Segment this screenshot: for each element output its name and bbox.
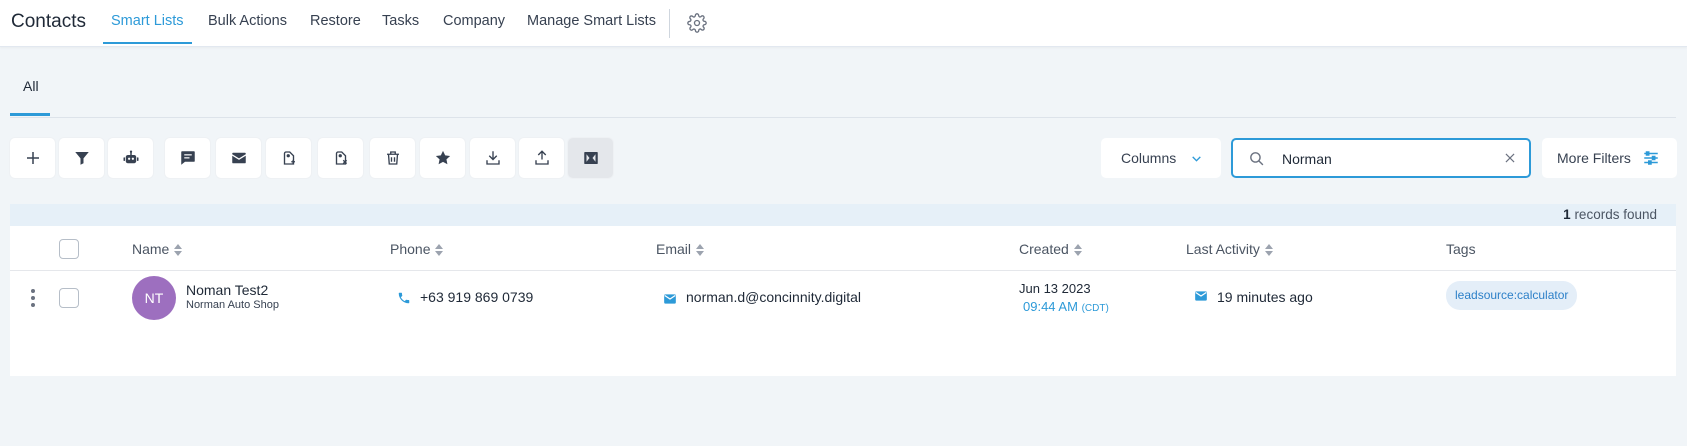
sort-icon [1264,244,1273,257]
header-divider [10,270,1676,271]
chevron-down-icon [1192,156,1201,162]
tag-add-icon [283,151,295,165]
subtab-indicator [10,113,50,116]
star-icon [435,150,450,165]
created-time-value: 09:44 AM [1023,299,1078,314]
created-time: 09:44 AM (CDT) [1023,299,1109,314]
column-header-name[interactable]: Name [132,241,183,257]
merge-button[interactable] [568,138,613,178]
send-email-button[interactable] [216,138,261,178]
search-box [1231,138,1531,178]
select-all-checkbox[interactable] [59,239,79,259]
sort-icon [696,244,705,257]
column-header-last-activity[interactable]: Last Activity [1186,241,1274,257]
records-bar: 1 records found [10,204,1676,226]
tab-smart-lists[interactable]: Smart Lists [111,13,184,29]
search-icon [1250,152,1264,166]
top-nav: Contacts Smart Lists Bulk Actions Restor… [0,0,1687,47]
contacts-table: Name Phone Email Created Last Activity T… [10,226,1676,376]
message-icon [180,151,195,165]
mail-icon [1195,291,1207,301]
contact-company: Norman Auto Shop [186,299,279,311]
created-timezone: (CDT) [1081,303,1109,314]
more-filters-label: More Filters [1557,150,1631,166]
automation-button[interactable] [108,138,153,178]
subtab-divider [10,117,1676,118]
columns-label: Columns [1121,150,1177,166]
sort-icon [435,244,444,257]
import-button[interactable] [470,138,515,178]
export-button[interactable] [519,138,564,178]
more-filters-button[interactable]: More Filters [1542,138,1677,178]
sort-icon [1073,244,1082,257]
plus-icon [26,152,39,164]
header-created-label: Created [1019,241,1069,257]
header-email-label: Email [656,241,692,257]
column-header-phone[interactable]: Phone [390,241,444,257]
active-tab-indicator [103,42,192,44]
mail-icon [664,294,676,304]
sort-icon [174,244,183,257]
columns-dropdown[interactable]: Columns [1101,138,1221,178]
tab-restore[interactable]: Restore [310,13,361,29]
records-suffix: records found [1574,207,1657,222]
records-count: 1 [1563,207,1571,222]
records-found: 1 records found [1563,207,1657,222]
subtab-all[interactable]: All [23,78,39,94]
tab-company[interactable]: Company [443,13,505,29]
filter-button[interactable] [59,138,104,178]
avatar: NT [132,276,176,320]
add-tag-button[interactable] [266,138,311,178]
contact-email[interactable]: norman.d@concinnity.digital [686,289,861,305]
header-name-label: Name [132,241,170,257]
mail-icon [231,152,246,164]
close-icon[interactable] [1503,151,1517,165]
header-last-activity-label: Last Activity [1186,241,1260,257]
header-phone-label: Phone [390,241,431,257]
review-request-button[interactable] [420,138,465,178]
merge-icon [583,152,598,164]
remove-tag-button[interactable] [318,138,363,178]
filter-icon [74,152,89,165]
phone-icon [398,292,410,304]
send-sms-button[interactable] [165,138,210,178]
row-menu-icon[interactable] [30,288,36,308]
contact-name-link[interactable]: Noman Test2 [186,282,268,298]
add-contact-button[interactable] [10,138,55,178]
download-icon [485,151,500,165]
page-title: Contacts [11,11,86,32]
upload-icon [534,150,549,165]
column-header-created[interactable]: Created [1019,241,1083,257]
tab-bulk-actions[interactable]: Bulk Actions [208,13,287,29]
row-checkbox[interactable] [59,288,79,308]
trash-icon [386,151,399,165]
contact-phone[interactable]: +63 919 869 0739 [420,289,533,305]
search-input[interactable] [1282,149,1492,169]
tab-manage-smart-lists[interactable]: Manage Smart Lists [527,13,656,29]
sliders-icon [1644,151,1658,165]
tag-badge[interactable]: leadsource:calculator [1446,281,1578,310]
last-activity: 19 minutes ago [1217,289,1313,305]
created-date: Jun 13 2023 [1019,281,1091,296]
tag-remove-icon [335,151,347,165]
gear-icon[interactable] [687,13,707,33]
tab-tasks[interactable]: Tasks [382,13,419,29]
column-header-email[interactable]: Email [656,241,705,257]
delete-button[interactable] [370,138,415,178]
nav-divider [669,9,670,38]
column-header-tags: Tags [1446,241,1476,257]
robot-icon [123,150,138,164]
